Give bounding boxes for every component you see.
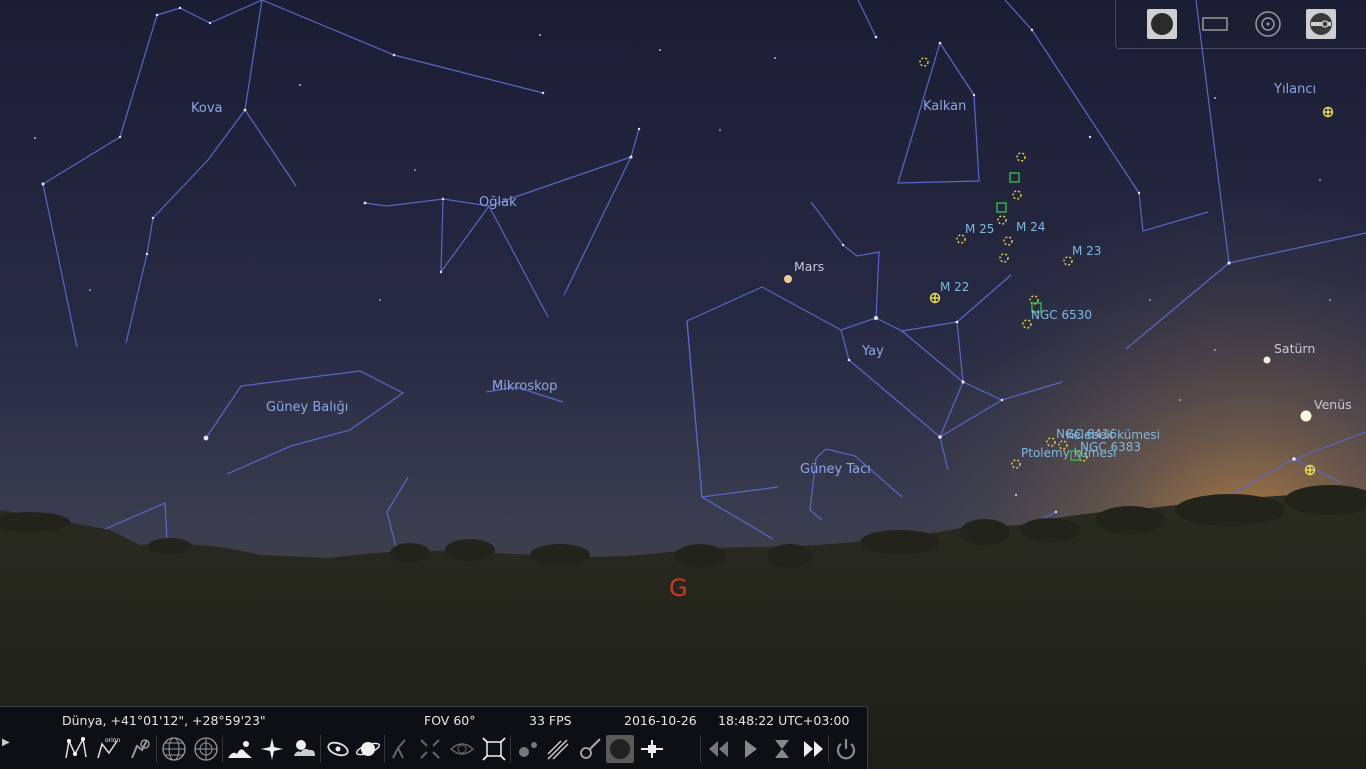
constellation-labels-button[interactable]: orion [94,735,122,763]
planet-labels-button[interactable] [354,735,382,763]
play-icon [745,740,757,758]
eye-icon [449,743,475,755]
center-icon [420,739,440,759]
sphere-icon [610,739,630,759]
fov-readout: FOV 60° [424,713,476,728]
cardinal-points-icon [261,738,283,760]
object-label-ngc6530: NGC 6530 [1031,308,1093,322]
ground-button[interactable] [226,735,254,763]
constellation-art-button[interactable] [126,735,154,763]
constellation-label-guney-baligi: Güney Balığı [266,400,349,415]
play-pause-button[interactable] [736,735,764,763]
ocular-button[interactable] [1252,8,1284,40]
object-label-m23: M 23 [1072,244,1102,258]
set-current-time-button[interactable] [768,735,796,763]
quit-button[interactable] [832,735,860,763]
bottom-toolbar: Dünya, +41°01'12", +28°59'23" FOV 60° 33… [0,706,868,769]
night-mode-icon [1147,9,1177,39]
increase-time-speed-button[interactable] [800,735,828,763]
cardinal-west: G [669,574,688,602]
meteor-showers-button[interactable] [544,735,572,763]
nebulae-button[interactable] [324,735,352,763]
azimuthal-grid-icon [194,737,218,761]
date-readout: 2016-10-26 [624,713,697,728]
constellation-label-oglak: Oğlak [479,195,517,210]
saturn-dot [1263,356,1271,364]
fps-readout: 33 FPS [529,713,572,728]
constellation-label-guney-taci: Güney Tacı [800,462,871,477]
meteor-icon [547,739,569,760]
location-readout: Dünya, +41°01'12", +28°59'23" [62,713,266,728]
object-label-m24: M 24 [1016,220,1046,234]
azimuthal-grid-button[interactable] [192,735,220,763]
power-icon [836,739,856,760]
mount-icon [392,739,406,759]
top-toolbar [1115,0,1366,49]
object-label-m22: M 22 [940,280,970,294]
svg-text:orion: orion [105,737,120,744]
constellation-label-kova: Kova [191,101,223,116]
atmosphere-icon [294,740,315,756]
mars-dot [784,275,792,283]
constellation-label-mikroskop: Mikroskop [492,379,558,394]
equatorial-grid-icon [162,737,186,761]
object-label-m25: M 25 [965,222,995,236]
telescope-control-button[interactable] [1305,8,1337,40]
planet-label-mars: Mars [794,259,825,274]
atmosphere-button[interactable] [290,735,318,763]
crosshair-icon [641,740,663,758]
telescope-button[interactable] [638,735,666,763]
constellation-lines-button[interactable] [62,735,90,763]
hourglass-icon [775,740,789,758]
planet-label-saturn: Satürn [1274,341,1316,356]
planet-icon [355,742,381,756]
telescope-icon [1306,9,1336,39]
exoplanet-icon [519,742,537,757]
constellation-label-kalkan: Kalkan [923,99,967,114]
satellites-button[interactable] [576,735,604,763]
window-icon [1202,17,1228,31]
venus-dot [1300,410,1312,422]
constellation-lines-icon [65,736,87,759]
equatorial-mount-button[interactable] [384,735,412,763]
decrease-time-speed-button[interactable] [704,735,732,763]
expand-arrow-icon[interactable]: ▶ [2,737,10,748]
landscape-icon [228,741,252,758]
constellation-label-yilanci: Yılancı [1274,82,1317,97]
solar-system-button[interactable] [606,735,634,763]
ocular-icon [1255,11,1281,37]
constellation-art-icon [131,739,150,759]
galaxy-icon [327,741,349,757]
planet-label-venus: Venüs [1314,397,1352,412]
rewind-icon [709,741,728,757]
night-mode-button[interactable] [1146,8,1178,40]
equatorial-grid-button[interactable] [160,735,188,763]
fullscreen-toggle-button[interactable] [480,735,508,763]
time-readout: 18:48:22 UTC+03:00 [718,713,850,728]
constellation-labels-icon: orion [97,737,120,759]
center-on-object-button[interactable] [416,735,444,763]
object-label-ptolemy: Ptolemy kümesi [1021,446,1117,460]
cardinal-points-button[interactable] [258,735,286,763]
fullscreen-icon [482,737,506,761]
constellation-label-yay: Yay [862,344,884,359]
fullscreen-button[interactable] [1199,8,1231,40]
satellite-icon [580,738,601,759]
night-view-button[interactable] [448,735,476,763]
exoplanets-button[interactable] [514,735,542,763]
fast-forward-icon [804,741,823,757]
